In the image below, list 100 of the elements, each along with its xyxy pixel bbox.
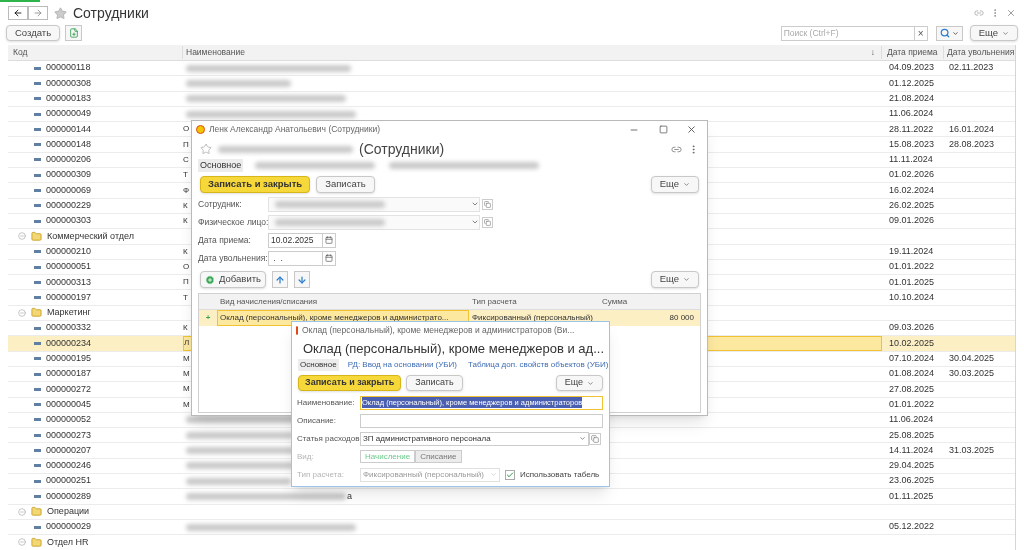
code-cell: 000000051 [46,260,92,274]
code-cell: 000000309 [46,168,92,182]
hire-date-cell: 27.08.2025 [889,383,935,394]
name-cell-text: а [347,489,352,503]
hire-date-cell: 11.11.2024 [889,154,933,165]
hire-date-cell: 19.11.2024 [889,245,934,256]
code-cell: 000000303 [46,214,92,228]
code-cell: 000000229 [46,199,92,213]
name-cell: М [183,400,190,409]
name-cell: К [183,247,188,256]
code-cell: 000000049 [46,107,92,121]
field-label: Вид: [297,450,315,463]
code-cell: 000000052 [46,413,92,427]
dismissal-date-cell: 28.08.2023 [949,138,995,149]
group-name: Маркетинг [47,306,91,320]
field-label: Статья расходов: [297,432,360,445]
code-cell-text: 000000148 [46,137,92,151]
code-cell: 000000332 [46,321,92,335]
sort-indicator: ↓ [870,46,875,59]
hire-date-cell: 09.03.2026 [889,322,935,333]
code-cell-text: 000000069 [46,183,92,197]
hire-date-cell: 26.02.2025 [889,200,935,211]
hire-date-cell: 14.11.2024 [889,444,934,455]
code-cell-text: 000000183 [46,92,92,105]
name-cell: К [183,201,188,210]
name-cell: Л [184,339,190,348]
name-cell: О [183,125,190,134]
hire-date-cell: 05.12.2022 [889,521,935,532]
code-cell-text: 000000207 [46,443,92,457]
hire-date-cell: 01.08.2024 [889,368,935,379]
code-cell: 000000187 [46,367,92,381]
calc-type-cell-text: Фиксированный (персональный) [471,312,594,324]
row-marker: + [204,312,212,324]
code-cell: 000000118 [46,61,91,75]
code-cell-text: 000000045 [46,397,92,411]
hire-date-cell: 01.01.2025 [889,276,935,287]
page-title: Сотрудники [73,3,150,23]
code-cell: 000000251 [46,474,92,488]
hire-date-cell: 11.06.2024 [889,414,934,425]
hire-date-cell: 01.01.2022 [889,261,935,272]
name-cell: О [183,263,190,271]
field-label: Физическое лицо: [198,215,268,229]
hire-date-cell: 10.10.2024 [889,291,935,302]
window-title: Ленк Александр Анатольевич (Сотрудники) [209,123,382,136]
form-heading: (Сотрудники) [359,139,446,159]
dismissal-date-cell: 31.03.2025 [949,444,995,455]
name-cell: М [183,385,190,394]
hire-date-cell: 25.08.2025 [889,429,935,440]
name-cell: М [183,370,190,379]
hire-date-cell: 04.09.2023 [889,62,935,73]
field-label: Тип расчета: [297,468,345,481]
dismissal-date-cell: 30.04.2025 [949,353,995,364]
hire-date-cell: 28.11.2022 [889,123,934,134]
hire-date-cell: 23.06.2025 [889,475,935,486]
code-cell-text: 000000272 [46,382,92,396]
hire-date-cell: 01.02.2026 [889,169,935,180]
hire-date-cell: 07.10.2024 [889,353,935,364]
checkbox-label: Использовать табель [520,468,600,481]
code-cell-text: 000000210 [46,244,92,258]
name-cell: Т [183,293,188,302]
field-label: Наименование: [297,396,356,409]
hire-date-cell: 01.11.2025 [889,490,934,501]
hire-date-cell: 01.01.2022 [889,398,935,409]
code-cell: 000000206 [46,153,92,167]
code-cell-text: 000000289 [46,489,92,503]
field-label: Сотрудник: [198,197,243,211]
name-cell: К [183,324,188,333]
amount-cell-text: 80 000 [668,312,695,324]
field-label: Дата приема: [198,233,252,247]
code-cell-text: 000000197 [46,290,92,304]
window-title: Оклад (персональный), кроме менеджеров и администраторов (Ви... [302,324,575,337]
code-cell-text: 000000234 [46,336,92,350]
name-cell: Т [183,171,188,180]
name-cell: М [183,354,190,363]
hire-date-cell: 21.08.2024 [889,93,935,103]
hire-date-cell: 15.08.2023 [889,138,935,149]
hire-date-cell: 10.02.2025 [889,337,935,348]
code-cell-text: 000000313 [46,275,92,289]
name-cell: П [183,140,189,149]
code-cell-text: 000000144 [46,122,92,136]
name-cell: П [183,278,189,287]
dismissal-date-cell: 16.01.2024 [949,123,995,134]
code-cell: 000000273 [46,428,92,442]
group-name: Операции [47,505,90,518]
hire-date-cell: 16.02.2024 [889,184,935,195]
code-cell: 000000029 [46,520,92,534]
hire-date-cell: 09.01.2026 [889,215,935,226]
code-cell: 000000195 [46,352,92,366]
group-name: Отдел HR [47,535,89,549]
dismissal-date-cell: 30.03.2025 [949,368,995,379]
name-cell: Ф [183,186,190,195]
code-cell-text: 000000308 [46,76,92,90]
form-heading: Оклад (персональный), кроме менеджеров и ад... [303,340,604,359]
name-cell: С [183,155,189,164]
name-cell: К [183,217,188,226]
dismissal-date-cell: 02.11.2023 [949,62,994,73]
group-name: Коммерческий отдел [47,229,134,243]
hire-date-cell: 29.04.2025 [889,460,935,471]
code-cell: 000000246 [46,459,92,473]
field-label: Описание: [297,414,338,427]
